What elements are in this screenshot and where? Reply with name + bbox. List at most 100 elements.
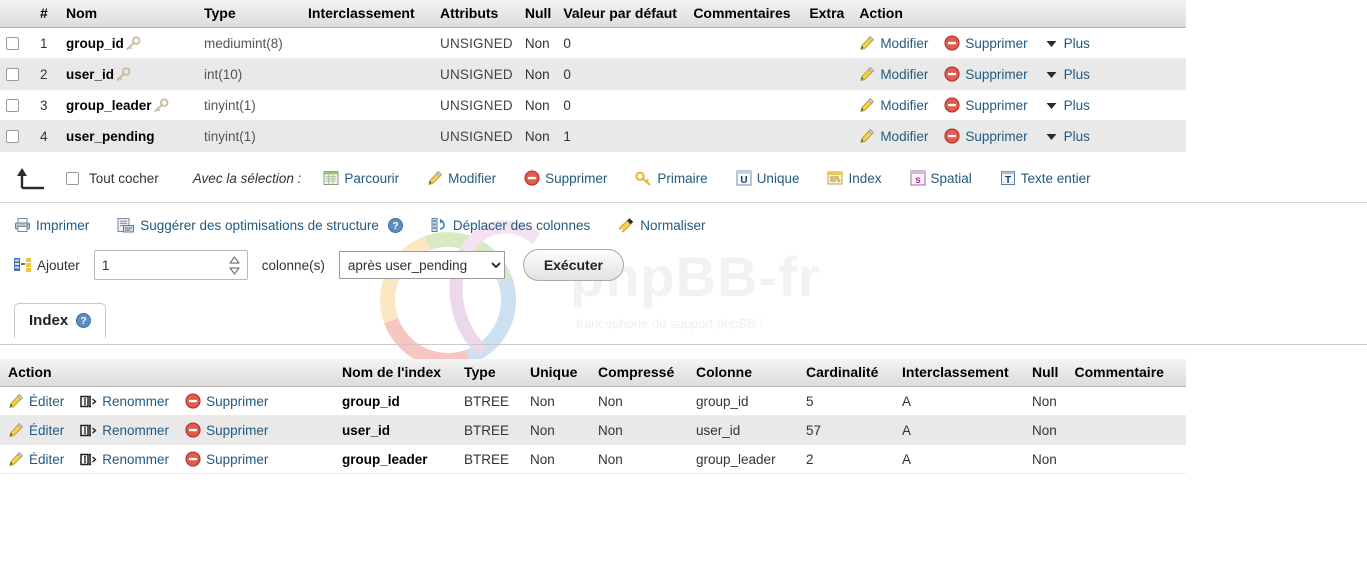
check-all-label[interactable]: Tout cocher — [89, 171, 159, 186]
bulk-action-index[interactable]: Index — [827, 170, 882, 186]
row-checkbox-cell[interactable] — [0, 120, 34, 152]
row-action-modifier-label: Modifier — [880, 67, 929, 82]
row-action-plus[interactable]: Plus — [1044, 98, 1090, 113]
bulk-action-unique[interactable]: U Unique — [736, 170, 799, 186]
row-checkbox[interactable] — [6, 129, 19, 143]
col-header-collation[interactable]: Interclassement — [302, 0, 434, 28]
col-header-name[interactable]: Nom — [60, 0, 198, 28]
row-null: Non — [518, 89, 558, 121]
row-collation — [302, 89, 434, 121]
bulk-action-texte-entier-label: Texte entier — [1020, 170, 1091, 186]
row-action-supprimer-label: Supprimer — [965, 98, 1028, 113]
pencil-icon — [859, 35, 875, 51]
row-action-plus[interactable]: Plus — [1044, 36, 1090, 51]
row-number: 3 — [34, 89, 60, 121]
index-action-renommer[interactable]: Renommer — [80, 423, 169, 438]
row-action-supprimer[interactable]: Supprimer — [944, 128, 1028, 144]
row-actions: Modifier Supprimer Plus — [853, 120, 1186, 152]
index-action-diter[interactable]: Éditer — [8, 393, 64, 409]
index-row-comment — [1066, 444, 1186, 474]
row-checkbox[interactable] — [6, 67, 19, 81]
tab-index[interactable]: Index ? — [14, 303, 107, 338]
toolbar-link-sugg-rer-des-optimisations-de-struct[interactable]: Suggérer des optimisations de structure? — [117, 217, 403, 233]
row-action-modifier[interactable]: Modifier — [859, 128, 928, 144]
column-position-select[interactable]: au début de la tableaprès user_pendingap… — [338, 251, 505, 279]
col-header-default[interactable]: Valeur par défaut — [557, 0, 688, 28]
index-tabbar: Index ? — [0, 303, 1367, 345]
row-extra — [803, 27, 854, 59]
bulk-action-spatial-label: Spatial — [930, 170, 972, 186]
pencil-icon — [8, 451, 24, 467]
toolbar-link-d-placer-des-colonnes[interactable]: Déplacer des colonnes — [431, 217, 590, 233]
toolbar-link-imprimer-label[interactable]: Imprimer — [36, 218, 89, 233]
check-all-box-icon[interactable] — [66, 171, 79, 185]
index-row-name: group_id — [334, 386, 456, 416]
bulk-action-primaire[interactable]: Primaire — [635, 170, 708, 186]
row-checkbox-cell[interactable] — [0, 27, 34, 59]
col-header-attributes[interactable]: Attributs — [434, 0, 519, 28]
index-action-supprimer[interactable]: Supprimer — [185, 422, 268, 438]
row-action-modifier[interactable]: Modifier — [859, 97, 928, 113]
index-row-unique: Non — [522, 444, 590, 474]
execute-button[interactable]: Exécuter — [522, 249, 624, 281]
toolbar-link-normaliser[interactable]: Normaliser — [618, 217, 705, 233]
col-header-null[interactable]: Null — [518, 0, 558, 28]
col-header-checkbox[interactable] — [0, 0, 34, 28]
index-panel-body: Action Nom de l'index Type Unique Compre… — [0, 345, 1367, 474]
row-checkbox[interactable] — [6, 98, 19, 112]
index-action-supprimer[interactable]: Supprimer — [185, 393, 268, 409]
column-key-icon — [124, 35, 141, 51]
column-count-stepper[interactable] — [93, 250, 248, 280]
toolbar-link-normaliser-label[interactable]: Normaliser — [640, 218, 705, 233]
row-column-name: user_pending — [60, 120, 198, 152]
structure-table: # Nom Type Interclassement Attributs Nul… — [0, 0, 1186, 152]
row-action-supprimer[interactable]: Supprimer — [944, 35, 1028, 51]
stepper-arrows-icon[interactable] — [229, 256, 240, 275]
row-checkbox[interactable] — [6, 36, 19, 50]
index-action-renommer[interactable]: Renommer — [80, 452, 169, 467]
toolbar-link-imprimer[interactable]: Imprimer — [14, 217, 89, 233]
index-row-cardinality: 2 — [798, 444, 894, 474]
row-action-modifier[interactable]: Modifier — [859, 35, 928, 51]
bulk-action-spatial[interactable]: s Spatial — [910, 170, 972, 186]
index-action-diter[interactable]: Éditer — [8, 422, 64, 438]
row-default: 0 — [557, 89, 688, 121]
column-count-input[interactable] — [94, 252, 215, 278]
row-action-supprimer[interactable]: Supprimer — [944, 66, 1028, 82]
col-header-comments[interactable]: Commentaires — [687, 0, 804, 28]
help-icon[interactable]: ? — [76, 313, 92, 328]
col-header-type[interactable]: Type — [198, 0, 302, 28]
col-header-number[interactable]: # — [34, 0, 60, 28]
move-columns-icon — [431, 217, 448, 233]
row-action-plus[interactable]: Plus — [1044, 67, 1090, 82]
row-extra — [803, 58, 854, 90]
structure-table-row: 4 user_pending tinyint(1) UNSIGNED Non 1 Modif… — [0, 120, 1186, 152]
check-all-checkbox[interactable] — [66, 171, 79, 185]
row-checkbox-cell[interactable] — [0, 89, 34, 121]
bulk-action-supprimer[interactable]: Supprimer — [524, 170, 607, 186]
index-action-renommer[interactable]: Renommer — [80, 394, 169, 409]
index-action-diter[interactable]: Éditer — [8, 451, 64, 467]
columns-label: colonne(s) — [261, 257, 325, 273]
bulk-action-index-label: Index — [848, 170, 882, 186]
row-extra — [803, 89, 854, 121]
row-checkbox-cell[interactable] — [0, 58, 34, 90]
col-header-extra[interactable]: Extra — [803, 0, 854, 28]
row-collation — [302, 120, 434, 152]
row-action-plus[interactable]: Plus — [1044, 129, 1090, 144]
row-action-modifier[interactable]: Modifier — [859, 66, 928, 82]
toolbar-link-d-placer-des-colonnes-label[interactable]: Déplacer des colonnes — [453, 218, 590, 233]
bulk-action-texte-entier[interactable]: T Texte entier — [1000, 170, 1091, 186]
index-row-packed: Non — [590, 415, 688, 445]
select-all-arrow-icon — [14, 166, 48, 190]
index-action-diter-label: Éditer — [29, 423, 65, 438]
bulk-action-modifier[interactable]: Modifier — [427, 170, 496, 186]
index-row-null: Non — [1024, 415, 1067, 445]
help-icon[interactable]: ? — [387, 217, 403, 233]
row-action-supprimer[interactable]: Supprimer — [944, 97, 1028, 113]
index-action-supprimer[interactable]: Supprimer — [185, 451, 268, 467]
toolbar-link-sugg-rer-des-optimisations-de-struct-label[interactable]: Suggérer des optimisations de structure — [140, 218, 379, 233]
bulk-action-parcourir[interactable]: Parcourir — [323, 170, 399, 186]
index-row-column: group_leader — [688, 444, 798, 474]
rename-icon — [80, 452, 97, 467]
